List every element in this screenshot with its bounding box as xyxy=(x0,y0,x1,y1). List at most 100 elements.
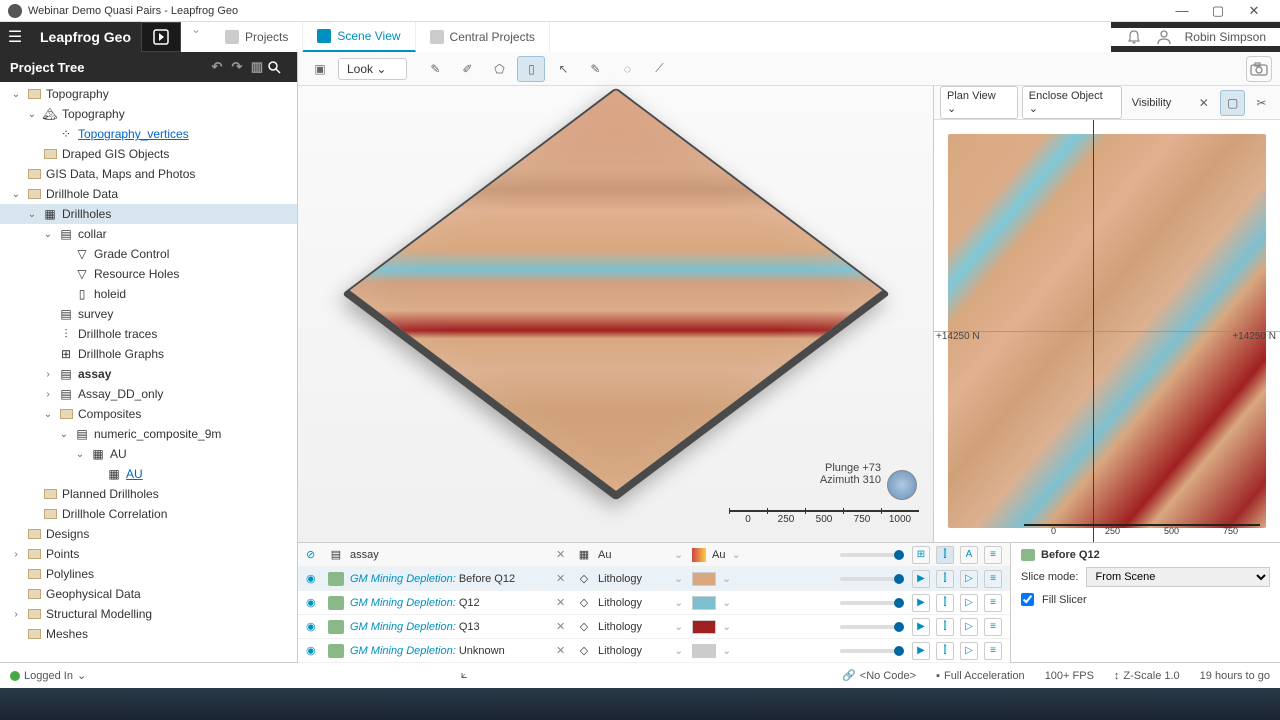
tree-holeid[interactable]: ▯holeid xyxy=(0,284,297,304)
opacity-slider[interactable] xyxy=(840,553,900,557)
tree-draped-gis[interactable]: Draped GIS Objects xyxy=(0,144,297,164)
slice-mode-select[interactable]: From Scene xyxy=(1086,567,1270,587)
tree-gis-data[interactable]: GIS Data, Maps and Photos xyxy=(0,164,297,184)
clip-tool-icon[interactable]: ✂ xyxy=(1249,90,1274,116)
play-icon[interactable]: ▶ xyxy=(912,594,930,612)
lithology-dropdown[interactable]: Lithology xyxy=(598,621,668,633)
opacity-slider[interactable] xyxy=(840,649,900,653)
tree-drillhole-data[interactable]: ⌄Drillhole Data xyxy=(0,184,297,204)
close-icon[interactable]: ✕ xyxy=(556,620,570,633)
list-icon[interactable]: ≡ xyxy=(984,642,1002,660)
close-icon[interactable]: ✕ xyxy=(556,572,570,585)
scene-row[interactable]: ◉ GM Mining Depletion: Q12 ✕ ◇ Lithology… xyxy=(298,591,1010,615)
opacity-slider[interactable] xyxy=(840,577,900,581)
tree-structural[interactable]: ›Structural Modelling xyxy=(0,604,297,624)
close-icon[interactable]: ✕ xyxy=(556,548,570,561)
list-icon[interactable]: ≡ xyxy=(984,594,1002,612)
tree-graphs[interactable]: ⊞Drillhole Graphs xyxy=(0,344,297,364)
tree-au-child[interactable]: ▦AU xyxy=(0,464,297,484)
stats-icon[interactable]: ⫿ xyxy=(936,546,954,564)
camera-icon[interactable] xyxy=(1246,56,1272,82)
hist-icon[interactable]: ⊞ xyxy=(912,546,930,564)
filter-au1[interactable]: Au xyxy=(598,549,668,561)
chevron-down-icon[interactable]: ⌄ xyxy=(674,620,686,633)
scene-row[interactable]: ◉ GM Mining Depletion: Unknown ✕ ◇ Litho… xyxy=(298,639,1010,663)
step-icon[interactable]: ⫿ xyxy=(936,570,954,588)
draw-tool-icon[interactable]: ✎ xyxy=(421,56,449,82)
tree-designs[interactable]: Designs xyxy=(0,524,297,544)
opacity-slider[interactable] xyxy=(840,625,900,629)
look-dropdown[interactable]: Look ⌄ xyxy=(338,58,407,80)
redo-icon[interactable]: ↷ xyxy=(227,59,247,75)
list-icon[interactable]: ≡ xyxy=(984,570,1002,588)
tree-survey[interactable]: ▤survey xyxy=(0,304,297,324)
forward-icon[interactable]: ▷ xyxy=(960,594,978,612)
search-icon[interactable] xyxy=(267,60,287,74)
play-button[interactable] xyxy=(141,22,181,52)
lithology-dropdown[interactable]: Lithology xyxy=(598,573,668,585)
minimize-button[interactable]: — xyxy=(1164,3,1200,18)
tree-numeric-composite[interactable]: ⌄▤numeric_composite_9m xyxy=(0,424,297,444)
color-swatch[interactable] xyxy=(692,596,716,610)
undo-icon[interactable]: ↶ xyxy=(207,59,227,75)
forward-icon[interactable]: ▷ xyxy=(960,618,978,636)
scene-row[interactable]: ◉ GM Mining Depletion: Q13 ✕ ◇ Lithology… xyxy=(298,615,1010,639)
tree-composites[interactable]: ⌄Composites xyxy=(0,404,297,424)
chevron-down-icon[interactable]: ⌄ xyxy=(731,548,743,561)
play-icon[interactable]: ▶ xyxy=(912,570,930,588)
chevron-down-icon[interactable]: ⌄ xyxy=(722,572,734,585)
visibility-button[interactable]: Visibility xyxy=(1126,94,1188,112)
filter-assay[interactable]: assay xyxy=(350,549,550,561)
bounds-tool-icon[interactable]: ▢ xyxy=(1220,90,1245,116)
chevron-down-icon[interactable]: ⌄ xyxy=(722,644,734,657)
pause-icon[interactable]: ▥ xyxy=(247,59,267,75)
tree-collar[interactable]: ⌄▤collar xyxy=(0,224,297,244)
lithology-dropdown[interactable]: Lithology xyxy=(598,597,668,609)
enclose-dropdown[interactable]: Enclose Object ⌄ xyxy=(1022,86,1122,119)
tabs-dropdown-icon[interactable]: ⌄ xyxy=(181,22,211,52)
tree-body[interactable]: ⌄Topography ⌄🏔Topography ⁘Topography_ver… xyxy=(0,82,297,662)
tab-scene-view[interactable]: Scene View xyxy=(303,22,415,52)
filter-au2[interactable]: Au xyxy=(712,549,725,561)
notifications-icon[interactable] xyxy=(1125,28,1143,46)
chevron-down-icon[interactable]: ⌄ xyxy=(674,596,686,609)
tree-polylines[interactable]: Polylines xyxy=(0,564,297,584)
close-icon[interactable]: ✕ xyxy=(556,596,570,609)
step-icon[interactable]: ⫿ xyxy=(936,642,954,660)
eye-icon[interactable]: ◉ xyxy=(306,572,322,585)
forward-icon[interactable]: ▷ xyxy=(960,642,978,660)
step-icon[interactable]: ⫿ xyxy=(936,594,954,612)
tree-points[interactable]: ›Points xyxy=(0,544,297,564)
axes-toggle[interactable]: ⟀ xyxy=(461,669,468,682)
hamburger-icon[interactable]: ☰ xyxy=(0,22,30,52)
chevron-down-icon[interactable]: ⌄ xyxy=(722,596,734,609)
ruler-tool-icon[interactable]: ⟋ xyxy=(645,56,673,82)
tree-geophysical[interactable]: Geophysical Data xyxy=(0,584,297,604)
scene-row[interactable]: ◉ GM Mining Depletion: Before Q12 ✕ ◇ Li… xyxy=(298,567,1010,591)
cube-tool-icon[interactable]: ▣ xyxy=(306,56,334,82)
minimap-viewport[interactable]: +14250 N +14250 N 0 250 500 750 xyxy=(934,120,1280,542)
color-swatch[interactable] xyxy=(692,644,716,658)
opacity-slider[interactable] xyxy=(840,601,900,605)
slice-tool-icon[interactable]: ✕ xyxy=(1191,90,1216,116)
play-icon[interactable]: ▶ xyxy=(912,618,930,636)
user-icon[interactable] xyxy=(1155,28,1173,46)
forward-icon[interactable]: ▷ xyxy=(960,570,978,588)
eye-icon[interactable]: ◉ xyxy=(306,644,322,657)
text-icon[interactable]: A xyxy=(960,546,978,564)
eye-icon[interactable]: ◉ xyxy=(306,596,322,609)
lithology-dropdown[interactable]: Lithology xyxy=(598,645,668,657)
tree-assay[interactable]: ›▤assay xyxy=(0,364,297,384)
close-icon[interactable]: ✕ xyxy=(556,644,570,657)
eye-icon[interactable]: ◉ xyxy=(306,620,322,633)
play-icon[interactable]: ▶ xyxy=(912,642,930,660)
tab-projects[interactable]: Projects xyxy=(211,22,303,52)
close-button[interactable]: ✕ xyxy=(1236,3,1272,19)
tree-topography-mesh[interactable]: ⌄🏔Topography xyxy=(0,104,297,124)
color-swatch[interactable] xyxy=(692,572,716,586)
no-code-status[interactable]: 🔗 <No Code> xyxy=(842,669,916,682)
list-icon[interactable]: ≡ xyxy=(984,546,1002,564)
tree-planned-drillholes[interactable]: Planned Drillholes xyxy=(0,484,297,504)
compass-icon[interactable] xyxy=(887,470,917,500)
tree-au[interactable]: ⌄▦AU xyxy=(0,444,297,464)
